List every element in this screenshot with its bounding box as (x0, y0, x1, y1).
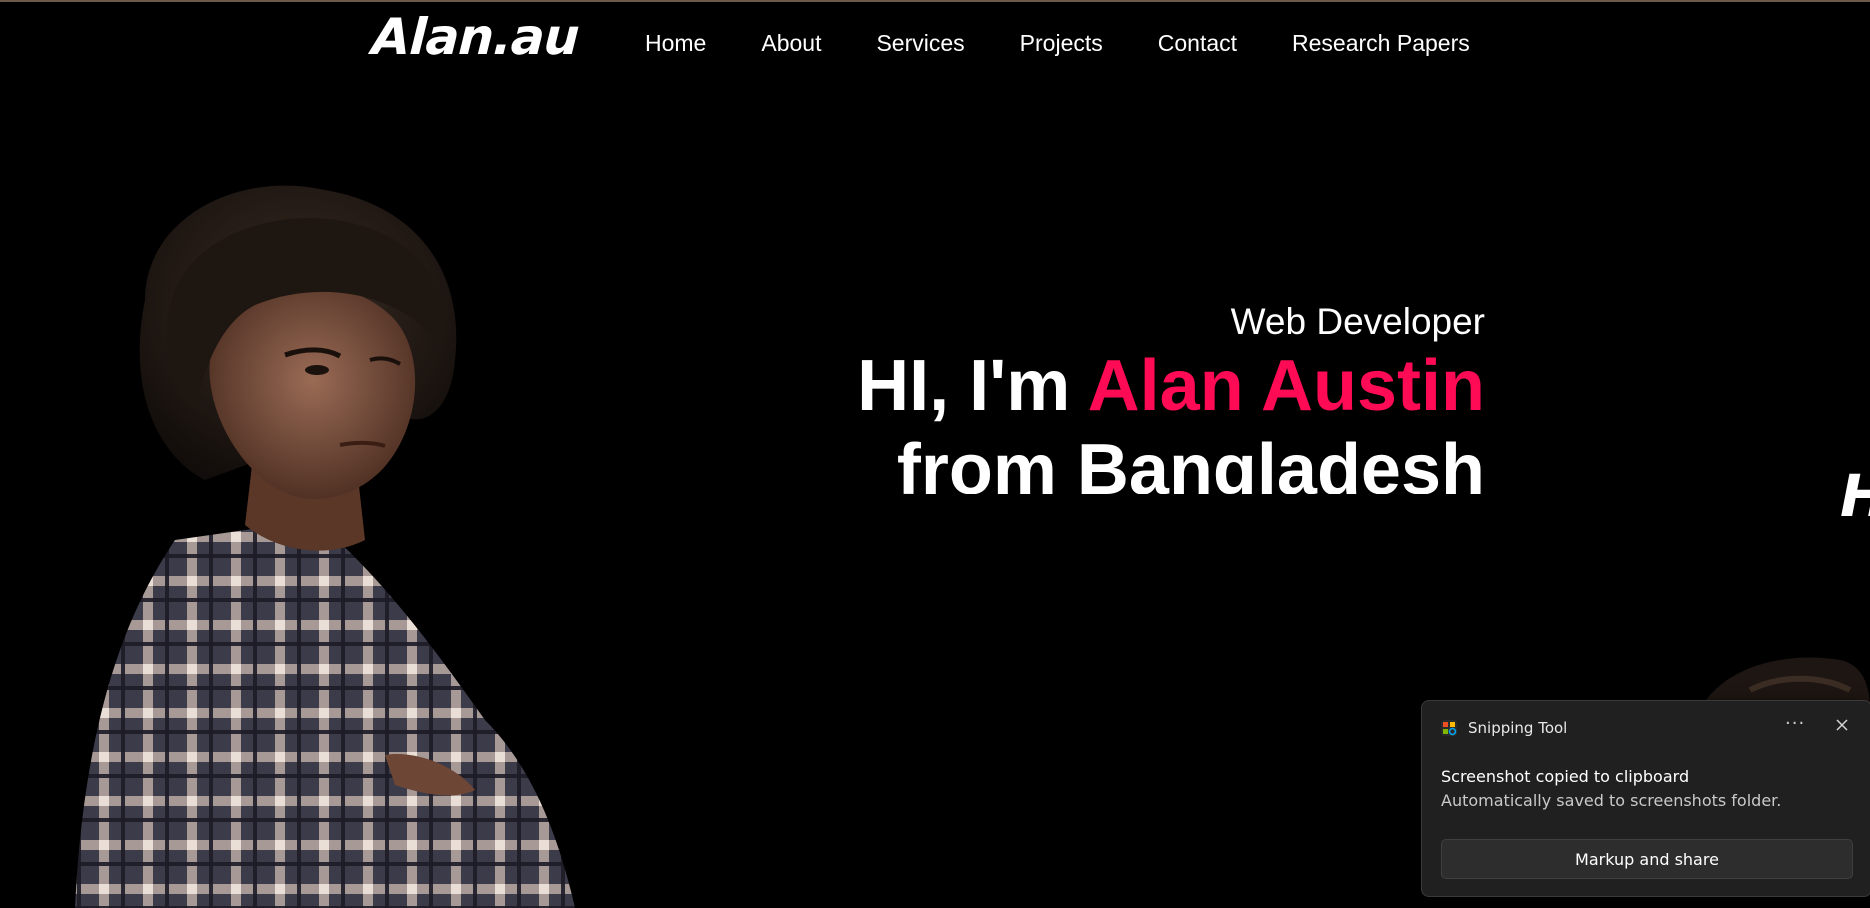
nav-services[interactable]: Services (876, 30, 964, 57)
nav-about[interactable]: About (761, 30, 821, 57)
nav-projects[interactable]: Projects (1020, 30, 1103, 57)
more-options-icon[interactable]: ··· (1785, 713, 1805, 734)
hero-name: Alan Austin (1087, 346, 1485, 426)
site-logo[interactable]: Alan.au (370, 8, 580, 66)
page: Alan.au Home About Services Projects Con… (0, 0, 1870, 908)
hero-subtitle: Web Developer (1230, 301, 1485, 342)
nav-home[interactable]: Home (645, 30, 706, 57)
nav-research-papers[interactable]: Research Papers (1292, 30, 1470, 57)
toast-app-name: Snipping Tool (1468, 719, 1568, 737)
toast-body: Automatically saved to screenshots folde… (1441, 791, 1782, 810)
close-icon[interactable] (1832, 715, 1852, 735)
portrait-image (75, 185, 575, 908)
snipping-tool-icon (1441, 720, 1457, 736)
side-decorative-text: H (1840, 462, 1870, 530)
markup-and-share-button[interactable]: Markup and share (1441, 839, 1853, 879)
hero-headline: HI, I'm Alan Austin (857, 344, 1485, 428)
hero-section: Web Developer HI, I'm Alan Austin from B… (857, 300, 1485, 494)
toast-title: Screenshot copied to clipboard (1441, 767, 1690, 786)
top-border (0, 0, 1870, 2)
hero-headline-line2: from Bangladesh (896, 430, 1485, 494)
hero-greeting: HI, I'm (857, 346, 1088, 426)
snipping-tool-toast[interactable]: Snipping Tool ··· Screenshot copied to c… (1421, 700, 1870, 897)
toast-header: Snipping Tool (1440, 719, 1567, 737)
main-nav: Home About Services Projects Contact Res… (645, 30, 1525, 57)
nav-contact[interactable]: Contact (1158, 30, 1237, 57)
